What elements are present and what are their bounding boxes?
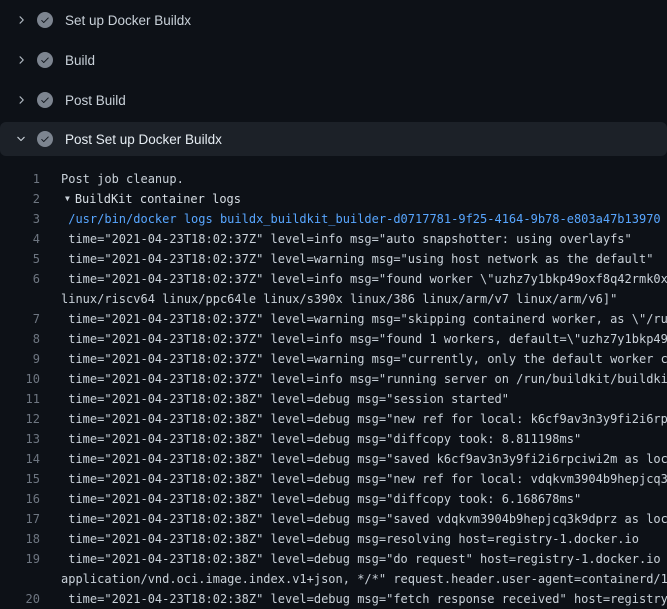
log-line: 20 time="2021-04-23T18:02:38Z" level=deb… [0,589,667,609]
step-label: Build [65,53,95,68]
check-circle-icon [37,131,53,147]
chevron-right-icon [13,12,29,28]
actions-log-panel: { "steps": [ {"label": "Set up Docker Bu… [0,0,667,600]
log-line-text: time="2021-04-23T18:02:38Z" level=debug … [61,429,581,449]
line-number-link[interactable]: 3 [0,209,40,229]
line-number-link[interactable]: 14 [0,449,40,469]
line-number-link[interactable]: 12 [0,409,40,429]
line-number-link[interactable]: 19 [0,549,40,569]
steps-list: Set up Docker Buildx Build Post Build Po… [0,0,667,156]
log-line-text: time="2021-04-23T18:02:37Z" level=info m… [61,229,632,249]
chevron-right-icon [13,52,29,68]
log-line-text: Post job cleanup. [61,169,184,189]
chevron-down-icon [13,131,29,147]
log-line-text: time="2021-04-23T18:02:38Z" level=debug … [61,529,639,549]
step-row-setup-docker-buildx[interactable]: Set up Docker Buildx [0,0,667,40]
log-line-text: time="2021-04-23T18:02:38Z" level=debug … [61,469,667,489]
line-number-link[interactable]: 6 [0,269,40,289]
log-line-text: time="2021-04-23T18:02:37Z" level=info m… [61,329,667,349]
log-line-text: application/vnd.oci.image.index.v1+json,… [61,569,667,589]
log-command-text: /usr/bin/docker logs buildx_buildkit_bui… [61,209,661,229]
log-line-text: time="2021-04-23T18:02:38Z" level=debug … [61,509,667,529]
log-line: 3 /usr/bin/docker logs buildx_buildkit_b… [0,209,667,229]
line-number-blank [0,569,40,589]
log-line: 14 time="2021-04-23T18:02:38Z" level=deb… [0,449,667,469]
log-line: 9 time="2021-04-23T18:02:37Z" level=warn… [0,349,667,369]
line-number-link[interactable]: 8 [0,329,40,349]
log-line: 5 time="2021-04-23T18:02:37Z" level=warn… [0,249,667,269]
log-line: 16 time="2021-04-23T18:02:38Z" level=deb… [0,489,667,509]
log-line-text: time="2021-04-23T18:02:38Z" level=debug … [61,409,667,429]
log-line: 17 time="2021-04-23T18:02:38Z" level=deb… [0,509,667,529]
log-line: 8 time="2021-04-23T18:02:37Z" level=info… [0,329,667,349]
step-label: Set up Docker Buildx [65,13,191,28]
log-viewer: 1 Post job cleanup. 2 ▼ BuildKit contain… [0,156,667,609]
step-label: Post Set up Docker Buildx [65,132,222,147]
log-line-text: time="2021-04-23T18:02:38Z" level=debug … [61,549,667,569]
line-number-link[interactable]: 10 [0,369,40,389]
log-line: 11 time="2021-04-23T18:02:38Z" level=deb… [0,389,667,409]
log-line: 10 time="2021-04-23T18:02:37Z" level=inf… [0,369,667,389]
log-line: 7 time="2021-04-23T18:02:37Z" level=warn… [0,309,667,329]
log-line: 4 time="2021-04-23T18:02:37Z" level=info… [0,229,667,249]
log-line-text: time="2021-04-23T18:02:37Z" level=warnin… [61,309,667,329]
log-line: 13 time="2021-04-23T18:02:38Z" level=deb… [0,429,667,449]
line-number-link[interactable]: 18 [0,529,40,549]
line-number-link[interactable]: 5 [0,249,40,269]
log-line-text: linux/riscv64 linux/ppc64le linux/s390x … [61,289,617,309]
log-line-text: time="2021-04-23T18:02:38Z" level=debug … [61,589,667,609]
log-line: 12 time="2021-04-23T18:02:38Z" level=deb… [0,409,667,429]
log-line-text: time="2021-04-23T18:02:37Z" level=warnin… [61,249,653,269]
log-line-text: time="2021-04-23T18:02:37Z" level=warnin… [61,349,667,369]
chevron-right-icon [13,92,29,108]
log-line-text: time="2021-04-23T18:02:37Z" level=info m… [61,269,667,289]
line-number-link[interactable]: 20 [0,589,40,609]
line-number-link[interactable]: 16 [0,489,40,509]
log-group-label: BuildKit container logs [75,189,241,209]
line-number-link[interactable]: 4 [0,229,40,249]
line-number-link[interactable]: 15 [0,469,40,489]
step-row-post-build[interactable]: Post Build [0,80,667,120]
line-number-blank [0,289,40,309]
log-line-continuation: linux/riscv64 linux/ppc64le linux/s390x … [0,289,667,309]
log-line-text: time="2021-04-23T18:02:38Z" level=debug … [61,449,667,469]
step-row-post-setup-docker-buildx[interactable]: Post Set up Docker Buildx [0,122,667,156]
line-number-link[interactable]: 17 [0,509,40,529]
check-circle-icon [37,92,53,108]
line-number-link[interactable]: 7 [0,309,40,329]
log-line-text: time="2021-04-23T18:02:38Z" level=debug … [61,389,509,409]
log-line-continuation: application/vnd.oci.image.index.v1+json,… [0,569,667,589]
step-label: Post Build [65,93,126,108]
line-number-link[interactable]: 2 [0,189,40,209]
check-circle-icon [37,52,53,68]
group-expanded-icon[interactable]: ▼ [65,189,70,209]
log-line: 6 time="2021-04-23T18:02:37Z" level=info… [0,269,667,289]
log-line: 1 Post job cleanup. [0,169,667,189]
log-group-header[interactable]: 2 ▼ BuildKit container logs [0,189,667,209]
log-line: 19 time="2021-04-23T18:02:38Z" level=deb… [0,549,667,569]
line-number-link[interactable]: 1 [0,169,40,189]
line-number-link[interactable]: 13 [0,429,40,449]
log-line-text: time="2021-04-23T18:02:38Z" level=debug … [61,489,581,509]
log-line: 15 time="2021-04-23T18:02:38Z" level=deb… [0,469,667,489]
check-circle-icon [37,12,53,28]
line-number-link[interactable]: 11 [0,389,40,409]
log-line: 18 time="2021-04-23T18:02:38Z" level=deb… [0,529,667,549]
step-row-build[interactable]: Build [0,40,667,80]
line-number-link[interactable]: 9 [0,349,40,369]
log-line-text: time="2021-04-23T18:02:37Z" level=info m… [61,369,667,389]
